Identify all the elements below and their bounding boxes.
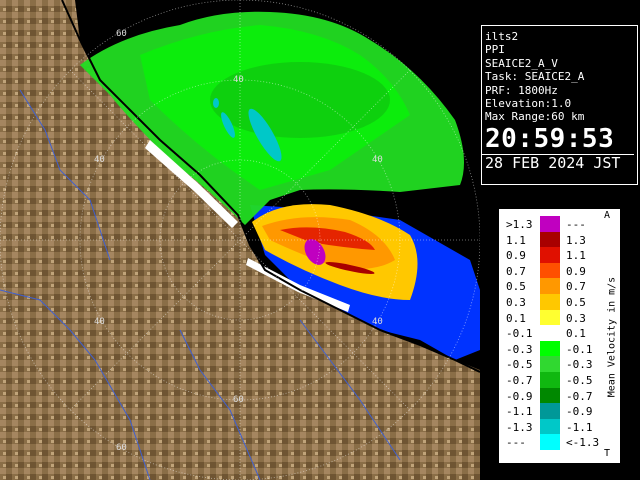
legend-high-value: 0.9 <box>566 264 586 278</box>
legend-low-value: 0.7 <box>506 264 526 278</box>
scan-date: 28 FEB 2024 JST <box>482 153 634 172</box>
legend-row: 0.5 0.7 <box>500 278 619 294</box>
legend-color-swatch <box>540 309 560 326</box>
scan-name: SEAICE2_A_V <box>485 56 558 70</box>
scan-info-box: ilts2 PPI SEAICE2_A_V Task: SEAICE2_A PR… <box>481 25 638 185</box>
legend-color-swatch <box>540 247 560 263</box>
range-label: 40 <box>94 155 105 165</box>
echo-strong-negative <box>213 98 219 108</box>
legend-low-value: -0.3 <box>506 342 533 356</box>
legend-high-value: -0.1 <box>566 342 593 356</box>
legend-low-value: 0.1 <box>506 311 526 325</box>
legend-row: -0.1 0.1 <box>500 325 619 341</box>
legend-color-swatch <box>540 356 560 372</box>
legend-high-value: 1.1 <box>566 249 586 263</box>
range-label: 40 <box>372 317 383 327</box>
range-label: 60 <box>233 395 244 405</box>
legend-row: 0.7 0.9 <box>500 262 619 279</box>
legend-color-swatch <box>540 278 560 294</box>
legend-high-value: -0.5 <box>566 374 593 387</box>
legend-row: -0.3 -0.1 <box>500 340 619 357</box>
info-panel: ilts2 PPI SEAICE2_A_V Task: SEAICE2_A PR… <box>480 0 640 480</box>
legend-high-value: -0.3 <box>566 358 593 372</box>
legend-low-value: 0.5 <box>506 280 526 294</box>
legend-high-value: -1.1 <box>566 420 593 434</box>
legend-low-value: --- <box>506 436 526 450</box>
elevation-value: Elevation:1.0 <box>485 97 572 111</box>
prf-value: PRF: 1800Hz <box>485 83 558 97</box>
legend-low-value: -1.1 <box>506 405 533 419</box>
legend-high-value: 0.1 <box>566 327 586 341</box>
legend-low-value: -0.7 <box>506 374 533 387</box>
max-range-value: Max Range:60 km <box>485 110 585 124</box>
legend-row: >1.3 --- <box>500 216 619 232</box>
legend-color-swatch <box>540 418 560 435</box>
legend-row: -0.9 -0.7 <box>500 387 619 404</box>
legend-color-swatch <box>540 262 560 279</box>
legend-row: --- <-1.3 <box>500 434 619 450</box>
legend-low-value: -0.9 <box>506 389 533 403</box>
legend-low-value: 1.1 <box>506 233 526 247</box>
legend-low-value: >1.3 <box>506 218 533 231</box>
echo-negative-velocity-dark <box>210 62 390 138</box>
range-label: 60 <box>116 29 127 39</box>
legend-color-swatch <box>540 340 560 357</box>
legend-row: 0.9 1.1 <box>500 247 619 263</box>
legend-high-value: 0.7 <box>566 280 586 294</box>
legend-high-value: 1.3 <box>566 233 586 247</box>
legend-color-swatch <box>540 216 560 232</box>
range-label: 40 <box>233 75 244 85</box>
radar-ppi-map[interactable]: 60 40 40 40 40 60 40 60 <box>0 0 480 480</box>
legend-row: -0.7 -0.5 <box>500 372 619 388</box>
legend-high-value: <-1.3 <box>566 436 600 450</box>
range-label: 60 <box>116 443 127 453</box>
legend-color-swatch <box>540 372 560 388</box>
legend-color-swatch <box>540 387 560 404</box>
scan-time: 20:59:53 <box>485 123 615 154</box>
velocity-legend: A >1.3 --- 1.1 1.3 0.9 1.1 0.7 0.9 0.5 0.7 0.3 0.5 0… <box>499 209 620 463</box>
legend-high-value: -0.7 <box>566 389 593 403</box>
legend-row: 0.3 0.5 <box>500 294 619 310</box>
legend-row: 1.1 1.3 <box>500 231 619 248</box>
legend-high-value: --- <box>566 218 586 231</box>
legend-low-value: -0.1 <box>506 327 533 341</box>
legend-row: -1.3 -1.1 <box>500 418 619 435</box>
legend-low-value: -1.3 <box>506 420 533 434</box>
task-name: Task: SEAICE2_A <box>485 70 585 84</box>
legend-low-value: 0.3 <box>506 296 526 309</box>
legend-bottom-mark: T <box>604 448 611 459</box>
range-label: 40 <box>372 155 383 165</box>
legend-high-value: 0.3 <box>566 311 586 325</box>
legend-color-swatch <box>540 325 560 341</box>
legend-color-swatch <box>540 294 560 310</box>
legend-row: 0.1 0.3 <box>500 309 619 326</box>
station-name: ilts2 <box>485 30 519 43</box>
product-type: PPI <box>485 43 505 57</box>
legend-color-swatch <box>540 403 560 419</box>
legend-low-value: -0.5 <box>506 358 533 372</box>
legend-high-value: 0.5 <box>566 296 586 309</box>
legend-low-value: 0.9 <box>506 249 526 263</box>
legend-row: -0.5 -0.3 <box>500 356 619 372</box>
legend-color-swatch <box>540 434 560 450</box>
range-label: 40 <box>94 317 105 327</box>
legend-color-swatch <box>540 231 560 248</box>
legend-row: -1.1 -0.9 <box>500 403 619 419</box>
legend-high-value: -0.9 <box>566 405 593 419</box>
